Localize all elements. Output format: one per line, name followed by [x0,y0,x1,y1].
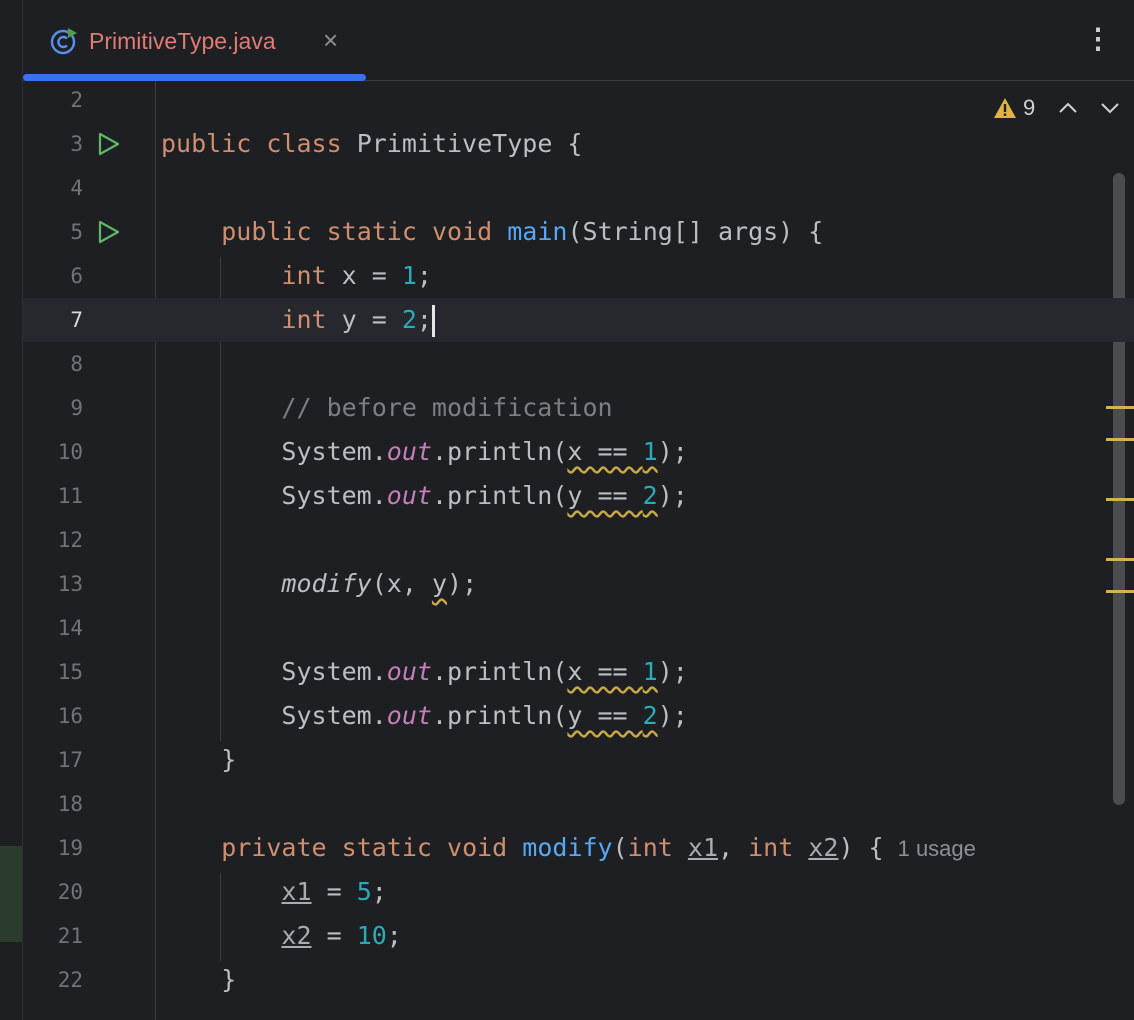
line-number: 20 [57,880,83,904]
tab-primitivetype-java[interactable]: PrimitiveType.java × [23,0,366,81]
line-number: 8 [70,352,83,376]
code-text: private static void modify(int x1, int x… [221,833,976,862]
code-text: x2 = 10; [281,921,402,950]
line-number: 4 [70,176,83,200]
text-caret [431,305,435,337]
line-number: 15 [57,660,83,684]
code-line: 12 [23,518,1134,562]
code-text: System.out.println(x == 1); [281,437,688,466]
code-line: 18 [23,782,1134,826]
active-tab-indicator [23,74,366,81]
code-text: System.out.println(x == 1); [281,657,688,686]
code-line: 22 } [23,958,1134,1002]
code-line: 20 x1 = 5; [23,870,1134,914]
code-text: } [221,965,237,994]
code-line: 17 } [23,738,1134,782]
code-line: 16 System.out.println(y == 2); [23,694,1134,738]
code-line: 6 int x = 1; [23,254,1134,298]
code-text: System.out.println(y == 2); [281,481,688,510]
line-number: 6 [70,264,83,288]
run-icon[interactable] [95,219,121,245]
code-text: int x = 1; [281,261,432,290]
code-text: modify(x, y); [281,569,478,598]
line-number: 14 [57,616,83,640]
line-number: 11 [57,484,83,508]
line-number: 18 [57,792,83,816]
code-line: 4 [23,166,1134,210]
line-number: 21 [57,924,83,948]
code-line: 19 private static void modify(int x1, in… [23,826,1134,870]
line-number: 13 [57,572,83,596]
line-number: 19 [57,836,83,860]
code-line: 2 [23,81,1134,122]
code-line: 3 public class PrimitiveType { [23,122,1134,166]
vcs-change-marker [0,846,22,942]
code-text: int y = 2; [161,298,435,342]
code-text: x1 = 5; [281,877,387,906]
line-number: 10 [57,440,83,464]
close-icon[interactable]: × [323,25,338,56]
code-text: public class PrimitiveType { [161,129,583,158]
code-line: 11 System.out.println(y == 2); [23,474,1134,518]
line-number: 22 [57,968,83,992]
tab-filename: PrimitiveType.java [89,28,276,54]
editor-tab-bar: PrimitiveType.java × ⋮ [23,0,1134,81]
code-line: 13 modify(x, y); [23,562,1134,606]
more-options-icon[interactable]: ⋮ [1084,24,1112,54]
line-number: 17 [57,748,83,772]
run-icon[interactable] [95,131,121,157]
line-number: 3 [70,132,83,156]
code-line: 15 System.out.println(x == 1); [23,650,1134,694]
code-line: 9 // before modification [23,386,1134,430]
usage-hint[interactable]: 1 usage [898,836,976,861]
code-line: 14 [23,606,1134,650]
code-text: // before modification [281,393,613,422]
left-gutter-strip [0,0,23,1020]
line-number: 9 [70,396,83,420]
line-number: 16 [57,704,83,728]
code-line: 5 public static void main(String[] args)… [23,210,1134,254]
code-line-current: 7 int y = 2; [23,298,1134,342]
line-number: 2 [70,88,83,112]
line-number: 7 [70,308,83,332]
java-class-icon [50,28,77,55]
code-text: System.out.println(y == 2); [281,701,688,730]
code-line: 10 System.out.println(x == 1); [23,430,1134,474]
line-number: 12 [57,528,83,552]
code-line: 8 [23,342,1134,386]
code-line: 21 x2 = 10; [23,914,1134,958]
code-text: public static void main(String[] args) { [221,217,824,246]
line-number: 5 [70,220,83,244]
code-text: } [221,745,237,774]
code-editor[interactable]: 9 2 3 public class PrimitiveType { 4 5 p… [23,81,1134,1020]
